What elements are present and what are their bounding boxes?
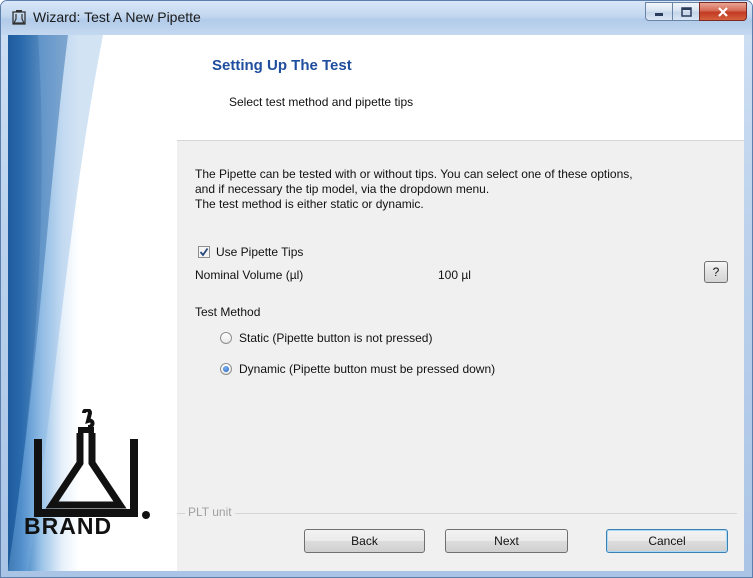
cancel-button[interactable]: Cancel bbox=[606, 529, 728, 553]
side-banner: BRAND bbox=[8, 35, 177, 571]
brand-logo bbox=[34, 409, 150, 519]
radio-dynamic-label[interactable]: Dynamic (Pipette button must be pressed … bbox=[239, 362, 495, 376]
help-button[interactable]: ? bbox=[704, 261, 728, 283]
group-label: PLT unit bbox=[185, 505, 235, 519]
wizard-client-area: BRAND Setting Up The Test Select test me… bbox=[8, 35, 744, 571]
description-line: The test method is either static or dyna… bbox=[195, 197, 424, 211]
use-pipette-tips-checkbox[interactable] bbox=[198, 246, 210, 258]
description-line: and if necessary the tip model, via the … bbox=[195, 182, 490, 196]
wizard-window: Wizard: Test A New Pipette BRAND Setting… bbox=[0, 0, 753, 578]
title-bar[interactable]: Wizard: Test A New Pipette bbox=[1, 1, 752, 35]
app-icon bbox=[12, 10, 26, 25]
radio-selected-dot bbox=[223, 366, 229, 372]
group-divider bbox=[177, 513, 737, 514]
wizard-header: Setting Up The Test Select test method a… bbox=[177, 35, 744, 141]
use-pipette-tips-checkbox-row[interactable]: Use Pipette Tips bbox=[198, 245, 303, 259]
use-pipette-tips-label[interactable]: Use Pipette Tips bbox=[216, 245, 303, 259]
minimize-icon bbox=[655, 12, 663, 16]
radio-static-label[interactable]: Static (Pipette button is not pressed) bbox=[239, 331, 432, 345]
description-line: The Pipette can be tested with or withou… bbox=[195, 167, 633, 181]
caption-buttons bbox=[645, 2, 747, 22]
minimize-button[interactable] bbox=[645, 2, 672, 21]
test-method-label: Test Method bbox=[195, 305, 261, 319]
nominal-volume-value: 100 µl bbox=[438, 268, 471, 282]
back-button[interactable]: Back bbox=[304, 529, 425, 553]
radio-dynamic-row[interactable]: Dynamic (Pipette button must be pressed … bbox=[220, 362, 495, 376]
maximize-icon bbox=[681, 6, 692, 17]
window-title: Wizard: Test A New Pipette bbox=[33, 9, 201, 25]
nominal-volume-label: Nominal Volume (µl) bbox=[195, 268, 304, 282]
close-icon bbox=[718, 6, 728, 17]
page-title: Setting Up The Test bbox=[212, 57, 352, 74]
radio-static[interactable] bbox=[220, 332, 232, 344]
radio-static-row[interactable]: Static (Pipette button is not pressed) bbox=[220, 331, 432, 345]
wizard-body: The Pipette can be tested with or withou… bbox=[177, 141, 744, 571]
brand-wordmark: BRAND bbox=[24, 513, 113, 539]
close-button[interactable] bbox=[699, 2, 747, 21]
maximize-button[interactable] bbox=[672, 2, 699, 21]
description-text: The Pipette can be tested with or withou… bbox=[195, 167, 735, 212]
checkmark-icon bbox=[199, 247, 209, 257]
next-button[interactable]: Next bbox=[445, 529, 568, 553]
radio-dynamic[interactable] bbox=[220, 363, 232, 375]
page-subtitle: Select test method and pipette tips bbox=[229, 95, 414, 109]
